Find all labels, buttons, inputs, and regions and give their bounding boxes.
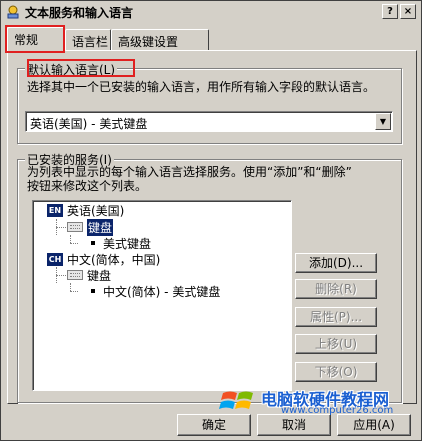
chevron-down-icon[interactable]: ▼: [375, 113, 391, 130]
help-button[interactable]: ?: [382, 4, 398, 19]
keyboard-icon: [67, 270, 83, 280]
title-bar: 文本服务和输入语言 ? ×: [2, 2, 420, 22]
tree-connector: [56, 275, 66, 276]
tab-general[interactable]: 常规: [7, 27, 65, 53]
tree-language-english-label: 英语(美国): [67, 203, 125, 218]
add-button[interactable]: 添加(D)...: [295, 253, 377, 273]
tree-language-chinese[interactable]: CH 中文(简体，中国): [47, 251, 160, 267]
tree-language-chinese-label: 中文(简体，中国): [67, 252, 161, 267]
general-tab-panel: 默认输入语言(L) 选择其中一个已安装的输入语言，用作所有输入字段的默认语言。 …: [7, 50, 417, 404]
language-services-dialog: 文本服务和输入语言 ? × 常规 语言栏 高级键设置 默认输入语言(L) 选择其…: [0, 0, 422, 441]
installed-services-description-line1: 为列表中显示的每个输入语言选择服务。使用“添加”和“删除”: [27, 165, 352, 179]
default-language-description: 选择其中一个已安装的输入语言，用作所有输入字段的默认语言。: [27, 80, 376, 94]
tree-category-keyboard-ch-label: 键盘: [87, 268, 112, 283]
bullet-icon: [91, 289, 95, 293]
close-button[interactable]: ×: [400, 4, 416, 19]
default-language-dropdown[interactable]: 英语(美国) - 美式键盘 ▼: [25, 111, 393, 132]
language-badge-ch: CH: [47, 252, 63, 266]
keyboard-icon: [67, 222, 83, 232]
window-title: 文本服务和输入语言: [25, 5, 134, 20]
tree-service-en-label: 美式键盘: [103, 236, 152, 251]
tree-category-keyboard-en-label: 键盘: [87, 218, 114, 236]
move-up-button[interactable]: 上移(U): [295, 334, 377, 354]
watermark-url: www.computer26.com: [281, 405, 394, 416]
tab-advanced-key-settings[interactable]: 高级键设置: [111, 29, 209, 51]
services-tree[interactable]: EN 英语(美国) 键盘 美式键盘 CH 中文(简体，中国) 键盘 中文(简体)…: [32, 200, 292, 391]
tree-connector: [70, 243, 78, 244]
move-down-button[interactable]: 下移(O): [295, 362, 377, 382]
installed-services-description: 为列表中显示的每个输入语言选择服务。使用“添加”和“删除” 按钮来修改这个列表。: [27, 165, 397, 193]
properties-button[interactable]: 属性(P)...: [295, 307, 377, 327]
tree-category-keyboard-en[interactable]: 键盘: [67, 218, 114, 236]
installed-services-description-line2: 按钮来修改这个列表。: [27, 179, 148, 193]
language-badge-en: EN: [47, 203, 63, 217]
default-language-selected: 英语(美国) - 美式键盘: [30, 117, 148, 131]
tree-connector: [56, 227, 66, 228]
tree-service-ch-label: 中文(简体) - 美式键盘: [103, 284, 221, 299]
bullet-icon: [91, 241, 95, 245]
app-icon: [5, 4, 21, 20]
tab-language-bar[interactable]: 语言栏: [65, 29, 111, 51]
tree-category-keyboard-ch[interactable]: 键盘: [67, 267, 111, 283]
tree-service-ch[interactable]: 中文(简体) - 美式键盘: [91, 283, 220, 299]
remove-button[interactable]: 删除(R): [295, 279, 377, 299]
tree-service-en[interactable]: 美式键盘: [91, 235, 151, 251]
windows-logo-icon: [219, 391, 253, 409]
tree-connector: [70, 235, 71, 243]
tree-language-english[interactable]: EN 英语(美国): [47, 202, 124, 218]
site-watermark: 电脑软硬件教程网 www.computer26.com: [219, 383, 417, 419]
tree-connector: [70, 291, 78, 292]
default-language-title: 默认输入语言(L): [25, 61, 118, 78]
tree-connector: [70, 283, 71, 291]
